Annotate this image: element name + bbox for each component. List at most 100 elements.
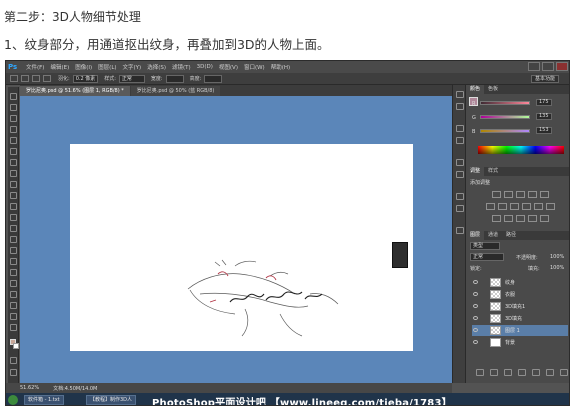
workspace-switcher[interactable]: 基本功能 [530,75,559,83]
background-color-swatch[interactable] [13,343,19,349]
history-brush-icon[interactable] [10,192,17,199]
menu-layer[interactable]: 图层(L) [98,63,116,71]
paragraph-icon[interactable] [456,171,464,178]
opacity-value[interactable]: 100% [550,254,564,260]
crop-icon[interactable] [10,137,17,144]
photo-filter-icon[interactable] [522,203,531,210]
zoom-level[interactable]: 51.62% [20,385,39,391]
move-tool-icon[interactable] [10,93,17,100]
shape-icon[interactable] [10,280,17,287]
menu-view[interactable]: 视图(V) [219,63,238,71]
layer-row[interactable]: 3D填充1 [472,301,568,312]
layer-filter-select[interactable]: 类型 [470,242,500,250]
start-button[interactable] [8,395,18,405]
group-icon[interactable] [532,369,540,376]
color-lookup-icon[interactable] [546,203,555,210]
close-button[interactable] [556,62,568,71]
link-layers-icon[interactable] [476,369,484,376]
taskbar-item[interactable]: 软件箱 - 1.txt [24,395,64,405]
brush-presets-icon[interactable] [456,193,464,200]
style-select[interactable]: 正常 [118,74,145,83]
threshold-icon[interactable] [516,215,525,222]
pen-icon[interactable] [10,247,17,254]
blend-mode-select[interactable]: 正常 [470,253,504,261]
layer-row-selected[interactable]: 图层 1 [472,325,568,336]
layer-row[interactable]: 3D填充 [472,313,568,324]
trash-icon[interactable] [560,369,568,376]
quick-mask-icon[interactable] [10,357,17,364]
layer-row[interactable]: 背景 [472,337,568,348]
levels-icon[interactable] [504,191,513,198]
screen-mode-icon[interactable] [10,369,17,376]
channel-mixer-icon[interactable] [534,203,543,210]
brightness-icon[interactable] [492,191,501,198]
layer-style-icon[interactable] [490,369,498,376]
menu-select[interactable]: 选择(S) [147,63,166,71]
3d-rotate-icon[interactable] [10,291,17,298]
new-layer-icon[interactable] [546,369,554,376]
subtract-selection-icon[interactable] [43,75,51,82]
tab-styles[interactable]: 样式 [484,167,502,176]
visibility-eye-icon[interactable] [473,340,478,344]
invert-icon[interactable] [492,215,501,222]
vibrance-icon[interactable] [540,191,549,198]
color-balance-icon[interactable] [498,203,507,210]
menu-3d[interactable]: 3D(D) [197,64,213,70]
feather-input[interactable]: 0.2 像素 [72,74,99,83]
clone-stamp-icon[interactable] [10,181,17,188]
tab-color[interactable]: 颜色 [466,85,485,94]
b-slider[interactable] [480,129,530,133]
document-canvas[interactable] [70,144,413,351]
tab-channels[interactable]: 通道 [484,231,502,240]
info-icon[interactable] [456,125,464,132]
3d-camera-icon[interactable] [10,302,17,309]
actions-icon[interactable] [456,103,464,110]
menu-type[interactable]: 文字(Y) [123,63,142,71]
marquee-tool-icon[interactable] [10,75,18,82]
r-value[interactable]: 175 [536,99,552,106]
document-tab[interactable]: 罗比尼奥.psd @ 50% (蓝 RGB/8) [130,86,221,96]
maximize-button[interactable] [542,62,554,71]
black-white-icon[interactable] [510,203,519,210]
dodge-icon[interactable] [10,236,17,243]
b-value[interactable]: 153 [536,127,552,134]
visibility-eye-icon[interactable] [473,280,478,284]
r-slider[interactable] [480,101,530,105]
type-icon[interactable] [10,258,17,265]
layer-mask-icon[interactable] [504,369,512,376]
fill-value[interactable]: 100% [550,265,564,271]
hue-saturation-icon[interactable] [486,203,495,210]
selective-color-icon[interactable] [540,215,549,222]
hand-icon[interactable] [10,313,17,320]
taskbar-item[interactable]: 【教程】制作3D人 [86,395,137,405]
menu-file[interactable]: 文件(F) [26,63,44,71]
width-input[interactable] [165,74,184,83]
brush-icon[interactable] [10,170,17,177]
menu-image[interactable]: 图像(I) [75,63,92,71]
character-icon[interactable] [456,159,464,166]
layer-row[interactable]: 衣服 [472,289,568,300]
eyedropper-icon[interactable] [10,148,17,155]
posterize-icon[interactable] [504,215,513,222]
menu-edit[interactable]: 编辑(E) [50,63,69,71]
gradient-icon[interactable] [10,214,17,221]
tab-paths[interactable]: 路径 [502,231,520,240]
blur-icon[interactable] [10,225,17,232]
adjustment-layer-icon[interactable] [518,369,526,376]
clone-source-icon[interactable] [456,205,464,212]
menu-help[interactable]: 帮助(H) [271,63,290,71]
add-selection-icon[interactable] [32,75,40,82]
g-slider[interactable] [480,115,530,119]
history-icon[interactable] [456,91,464,98]
minimize-button[interactable] [528,62,540,71]
tab-adjustments[interactable]: 调整 [466,167,485,176]
tab-swatches[interactable]: 色板 [484,85,502,94]
healing-brush-icon[interactable] [10,159,17,166]
visibility-eye-icon[interactable] [473,328,478,332]
tab-layers[interactable]: 图层 [466,231,485,240]
floating-3d-panel[interactable] [392,242,408,268]
quick-select-icon[interactable] [10,126,17,133]
g-value[interactable]: 135 [536,113,552,120]
menu-window[interactable]: 窗口(W) [244,63,265,71]
marquee-icon[interactable] [10,104,17,111]
